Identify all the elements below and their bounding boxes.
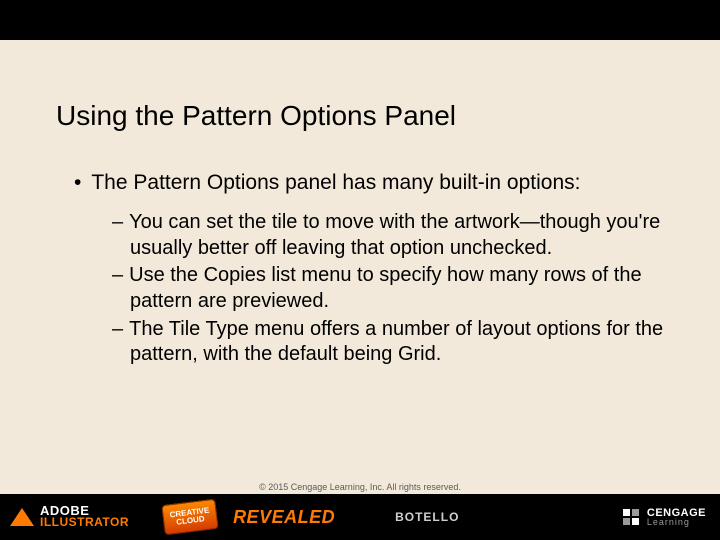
top-black-bar	[0, 0, 720, 40]
sub-bullet-text: Use the Copies list menu to specify how …	[129, 264, 641, 312]
sub-bullet-text: You can set the tile to move with the ar…	[129, 211, 660, 259]
illustrator-label: ILLUSTRATOR	[40, 517, 129, 528]
sub-bullet-list: –You can set the tile to move with the a…	[112, 210, 664, 368]
footer-bar: ADOBE ILLUSTRATOR CREATIVE CLOUD REVEALE…	[0, 494, 720, 540]
adobe-triangle-icon	[10, 508, 34, 526]
bullet-dash: –	[112, 264, 123, 286]
bullet-level-2: –You can set the tile to move with the a…	[112, 210, 664, 261]
creative-cloud-badge: CREATIVE CLOUD	[161, 499, 218, 535]
cengage-logo: CENGAGE Learning	[621, 507, 706, 527]
bullet-dot: •	[74, 171, 81, 194]
adobe-illustrator-logo: ADOBE ILLUSTRATOR	[10, 505, 129, 529]
bullet-dash: –	[112, 318, 123, 340]
cengage-mark-icon	[621, 507, 641, 527]
slide-title: Using the Pattern Options Panel	[56, 100, 664, 132]
cengage-sub: Learning	[647, 518, 706, 527]
creative-cloud-text: CREATIVE CLOUD	[169, 507, 211, 528]
revealed-label: REVEALED	[233, 507, 335, 528]
copyright-text: © 2015 Cengage Learning, Inc. All rights…	[0, 482, 720, 492]
sub-bullet-text: The Tile Type menu offers a number of la…	[129, 318, 663, 366]
bullet-dash: –	[112, 211, 123, 233]
bullet-level-2: –The Tile Type menu offers a number of l…	[112, 317, 664, 368]
bullet-l1-text: The Pattern Options panel has many built…	[91, 171, 580, 194]
slide-content: Using the Pattern Options Panel • The Pat…	[0, 40, 720, 368]
cengage-text-block: CENGAGE Learning	[647, 508, 706, 527]
author-label: BOTELLO	[395, 510, 459, 524]
bullet-level-2: –Use the Copies list menu to specify how…	[112, 263, 664, 314]
bullet-level-1: • The Pattern Options panel has many buil…	[74, 170, 664, 196]
adobe-text-block: ADOBE ILLUSTRATOR	[40, 505, 129, 529]
